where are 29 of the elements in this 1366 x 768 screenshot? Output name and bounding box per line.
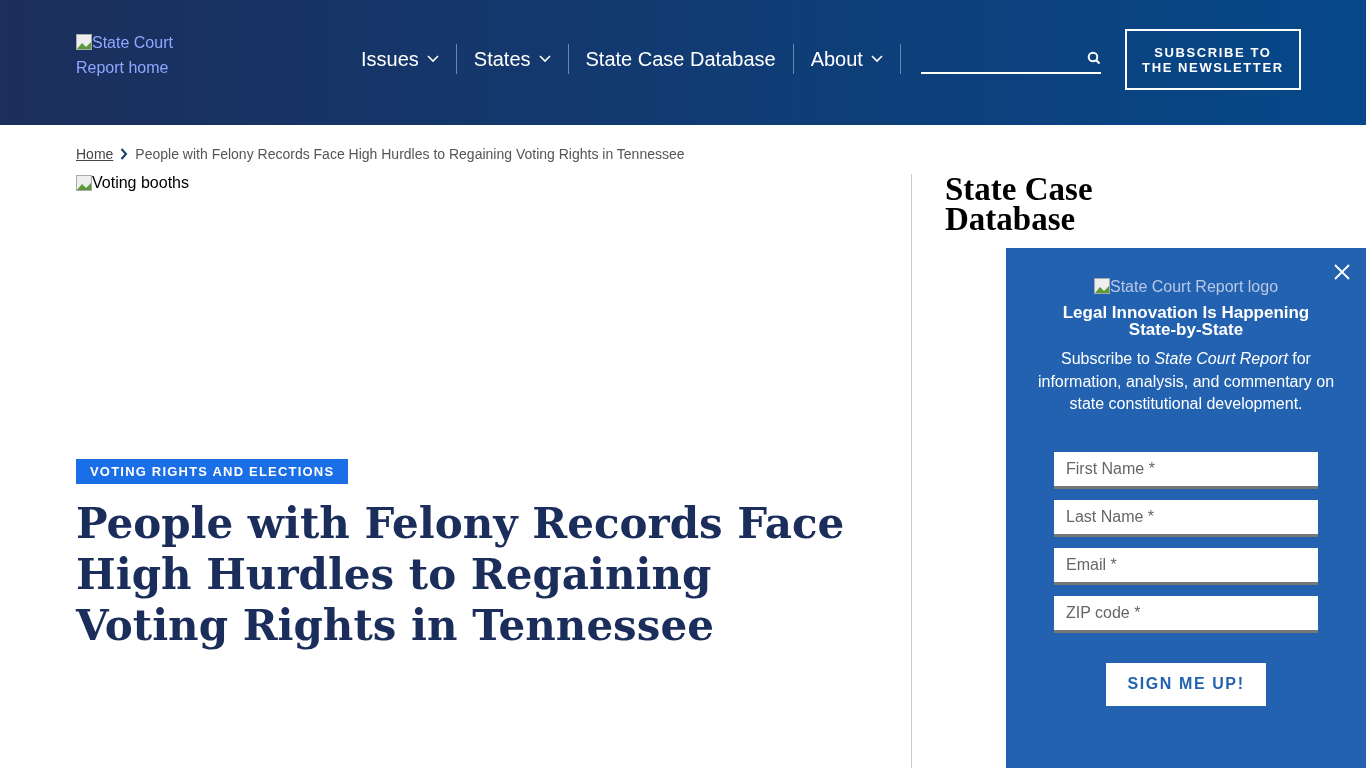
input-field[interactable]: First Name * bbox=[1054, 451, 1318, 489]
chevron-right-icon bbox=[120, 148, 129, 160]
nav-link[interactable]: States bbox=[456, 47, 568, 71]
sign-up-button[interactable]: SIGN ME UP! bbox=[1106, 662, 1266, 706]
popup-text: Subscribe to State Court Report for information, analysis, and commentary on state constitutional development. bbox=[1036, 349, 1336, 414]
category-tag[interactable]: VOTING RIGHTS AND ELECTIONS bbox=[76, 459, 349, 484]
image-alt-text: Voting booths bbox=[92, 174, 189, 191]
breadcrumb-home-link[interactable]: Home bbox=[76, 146, 114, 162]
breadcrumb-current: People with Felony Records Face High Hurdles to Regaining Voting Rights in Tennessee bbox=[135, 146, 685, 162]
broken-image-icon bbox=[76, 175, 92, 191]
search-icon bbox=[1086, 51, 1101, 65]
nav-link[interactable]: Issues bbox=[344, 47, 456, 71]
close-icon[interactable] bbox=[1334, 264, 1350, 280]
sidebar-heading: State Case Database bbox=[945, 174, 1094, 234]
broken-image-icon bbox=[76, 34, 92, 50]
input-field[interactable]: Last Name * bbox=[1054, 499, 1318, 537]
broken-image-icon bbox=[1093, 278, 1110, 294]
chevron-down-icon bbox=[870, 55, 883, 63]
input-field[interactable]: Email * bbox=[1054, 547, 1318, 585]
input-field[interactable]: ZIP code * bbox=[1054, 595, 1318, 633]
chevron-down-icon bbox=[538, 55, 551, 63]
nav-link[interactable]: About bbox=[793, 47, 900, 71]
chevron-down-icon bbox=[426, 55, 439, 63]
logo-alt-text: State Court Report logo bbox=[1109, 278, 1279, 295]
popup-heading: Legal Innovation Is Happening State-by-State bbox=[1061, 304, 1311, 338]
logo-link[interactable]: State Court Report home bbox=[76, 30, 206, 80]
nav-link[interactable]: State Case Database bbox=[568, 47, 793, 71]
article-title: People with Felony Records Face High Hurdles to Regaining Voting Rights in Tennessee bbox=[76, 498, 846, 651]
subscribe-button[interactable]: SUBSCRIBE TO THE NEWSLETTER bbox=[1124, 29, 1301, 90]
